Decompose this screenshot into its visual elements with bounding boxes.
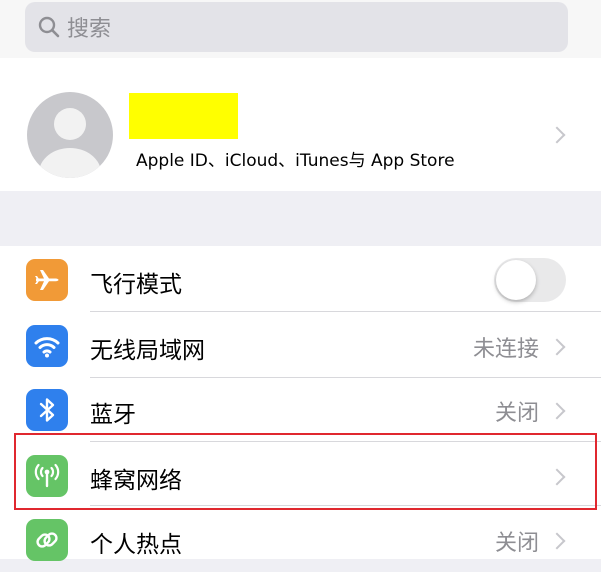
- bluetooth-icon: [26, 389, 68, 431]
- person-silhouette-icon: [54, 108, 86, 140]
- search-area: 搜索: [0, 0, 601, 58]
- bluetooth-label: 蓝牙: [90, 402, 136, 428]
- airplane-mode-label: 飞行模式: [90, 272, 182, 298]
- search-placeholder: 搜索: [67, 17, 112, 42]
- bluetooth-status: 关闭: [494, 401, 539, 426]
- airplane-icon: [26, 259, 68, 301]
- section-gap: [0, 191, 601, 246]
- search-bar[interactable]: 搜索: [25, 2, 568, 52]
- avatar: [27, 92, 113, 178]
- person-silhouette-shoulders: [39, 148, 101, 178]
- personal-hotspot-status: 关闭: [494, 531, 539, 556]
- wifi-status: 未连接: [472, 337, 539, 362]
- settings-row-cellular[interactable]: 蜂窝网络: [0, 442, 601, 506]
- wifi-label: 无线局域网: [90, 338, 205, 364]
- personal-hotspot-label: 个人热点: [90, 532, 182, 558]
- chevron-right-icon: [548, 468, 566, 486]
- chevron-right-icon: [548, 338, 566, 356]
- wifi-icon: [26, 325, 68, 367]
- chevron-right-icon: [548, 402, 566, 420]
- chevron-right-icon: [548, 126, 566, 144]
- settings-row-airplane-mode[interactable]: 飞行模式: [0, 246, 601, 312]
- redacted-name: [129, 93, 238, 139]
- airplane-mode-toggle[interactable]: [494, 258, 566, 302]
- settings-row-bluetooth[interactable]: 蓝牙 关闭: [0, 376, 601, 442]
- hotspot-link-icon: [26, 519, 68, 561]
- settings-row-personal-hotspot[interactable]: 个人热点 关闭: [0, 506, 601, 572]
- chevron-right-icon: [548, 532, 566, 550]
- profile-subtitle: Apple ID、iCloud、iTunes与 App Store: [136, 151, 455, 171]
- apple-id-profile-row[interactable]: Apple ID、iCloud、iTunes与 App Store: [0, 58, 601, 191]
- cellular-label: 蜂窝网络: [90, 468, 182, 494]
- search-icon: [38, 16, 60, 38]
- toggle-knob: [496, 260, 536, 300]
- cellular-antenna-icon: [26, 455, 68, 497]
- settings-list: 飞行模式 无线局域网 未连接 蓝牙 关闭 蜂窝网络 个人热点 关闭: [0, 246, 601, 561]
- settings-row-wifi[interactable]: 无线局域网 未连接: [0, 312, 601, 378]
